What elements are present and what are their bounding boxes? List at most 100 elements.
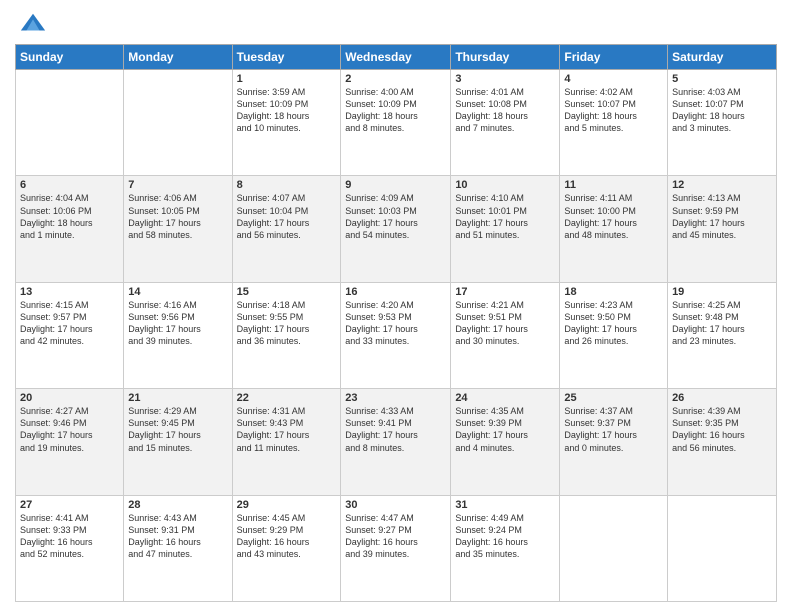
day-number: 22 <box>237 392 337 404</box>
day-info: Sunrise: 4:27 AM Sunset: 9:46 PM Dayligh… <box>20 405 119 454</box>
calendar-cell: 22Sunrise: 4:31 AM Sunset: 9:43 PM Dayli… <box>232 389 341 495</box>
day-info: Sunrise: 4:45 AM Sunset: 9:29 PM Dayligh… <box>237 512 337 561</box>
day-number: 8 <box>237 179 337 191</box>
day-info: Sunrise: 4:43 AM Sunset: 9:31 PM Dayligh… <box>128 512 227 561</box>
calendar-cell: 19Sunrise: 4:25 AM Sunset: 9:48 PM Dayli… <box>668 282 777 388</box>
day-info: Sunrise: 3:59 AM Sunset: 10:09 PM Daylig… <box>237 86 337 135</box>
calendar-cell: 13Sunrise: 4:15 AM Sunset: 9:57 PM Dayli… <box>16 282 124 388</box>
calendar-cell: 23Sunrise: 4:33 AM Sunset: 9:41 PM Dayli… <box>341 389 451 495</box>
day-info: Sunrise: 4:29 AM Sunset: 9:45 PM Dayligh… <box>128 405 227 454</box>
day-info: Sunrise: 4:23 AM Sunset: 9:50 PM Dayligh… <box>564 299 663 348</box>
day-info: Sunrise: 4:20 AM Sunset: 9:53 PM Dayligh… <box>345 299 446 348</box>
day-info: Sunrise: 4:35 AM Sunset: 9:39 PM Dayligh… <box>455 405 555 454</box>
calendar-cell: 12Sunrise: 4:13 AM Sunset: 9:59 PM Dayli… <box>668 176 777 282</box>
calendar-cell: 2Sunrise: 4:00 AM Sunset: 10:09 PM Dayli… <box>341 70 451 176</box>
day-info: Sunrise: 4:02 AM Sunset: 10:07 PM Daylig… <box>564 86 663 135</box>
day-number: 26 <box>672 392 772 404</box>
calendar-week-1: 1Sunrise: 3:59 AM Sunset: 10:09 PM Dayli… <box>16 70 777 176</box>
day-info: Sunrise: 4:06 AM Sunset: 10:05 PM Daylig… <box>128 192 227 241</box>
day-info: Sunrise: 4:09 AM Sunset: 10:03 PM Daylig… <box>345 192 446 241</box>
calendar-cell: 27Sunrise: 4:41 AM Sunset: 9:33 PM Dayli… <box>16 495 124 601</box>
day-info: Sunrise: 4:03 AM Sunset: 10:07 PM Daylig… <box>672 86 772 135</box>
day-number: 27 <box>20 499 119 511</box>
day-info: Sunrise: 4:21 AM Sunset: 9:51 PM Dayligh… <box>455 299 555 348</box>
day-number: 14 <box>128 286 227 298</box>
calendar-week-4: 20Sunrise: 4:27 AM Sunset: 9:46 PM Dayli… <box>16 389 777 495</box>
calendar-cell: 17Sunrise: 4:21 AM Sunset: 9:51 PM Dayli… <box>451 282 560 388</box>
calendar-cell: 25Sunrise: 4:37 AM Sunset: 9:37 PM Dayli… <box>560 389 668 495</box>
day-number: 11 <box>564 179 663 191</box>
calendar-week-3: 13Sunrise: 4:15 AM Sunset: 9:57 PM Dayli… <box>16 282 777 388</box>
calendar-cell: 28Sunrise: 4:43 AM Sunset: 9:31 PM Dayli… <box>124 495 232 601</box>
calendar-cell: 16Sunrise: 4:20 AM Sunset: 9:53 PM Dayli… <box>341 282 451 388</box>
calendar-cell: 31Sunrise: 4:49 AM Sunset: 9:24 PM Dayli… <box>451 495 560 601</box>
day-number: 12 <box>672 179 772 191</box>
logo <box>15 10 47 38</box>
day-info: Sunrise: 4:41 AM Sunset: 9:33 PM Dayligh… <box>20 512 119 561</box>
day-number: 2 <box>345 73 446 85</box>
calendar-header-monday: Monday <box>124 45 232 70</box>
day-info: Sunrise: 4:04 AM Sunset: 10:06 PM Daylig… <box>20 192 119 241</box>
calendar-header-saturday: Saturday <box>668 45 777 70</box>
day-info: Sunrise: 4:49 AM Sunset: 9:24 PM Dayligh… <box>455 512 555 561</box>
calendar-cell: 14Sunrise: 4:16 AM Sunset: 9:56 PM Dayli… <box>124 282 232 388</box>
calendar-cell: 5Sunrise: 4:03 AM Sunset: 10:07 PM Dayli… <box>668 70 777 176</box>
day-number: 31 <box>455 499 555 511</box>
day-info: Sunrise: 4:31 AM Sunset: 9:43 PM Dayligh… <box>237 405 337 454</box>
calendar-cell <box>124 70 232 176</box>
logo-icon <box>19 10 47 38</box>
day-info: Sunrise: 4:47 AM Sunset: 9:27 PM Dayligh… <box>345 512 446 561</box>
day-number: 10 <box>455 179 555 191</box>
day-number: 5 <box>672 73 772 85</box>
day-info: Sunrise: 4:39 AM Sunset: 9:35 PM Dayligh… <box>672 405 772 454</box>
day-number: 4 <box>564 73 663 85</box>
day-info: Sunrise: 4:18 AM Sunset: 9:55 PM Dayligh… <box>237 299 337 348</box>
calendar-cell: 18Sunrise: 4:23 AM Sunset: 9:50 PM Dayli… <box>560 282 668 388</box>
day-number: 1 <box>237 73 337 85</box>
calendar-week-2: 6Sunrise: 4:04 AM Sunset: 10:06 PM Dayli… <box>16 176 777 282</box>
day-info: Sunrise: 4:25 AM Sunset: 9:48 PM Dayligh… <box>672 299 772 348</box>
day-info: Sunrise: 4:16 AM Sunset: 9:56 PM Dayligh… <box>128 299 227 348</box>
calendar-cell: 8Sunrise: 4:07 AM Sunset: 10:04 PM Dayli… <box>232 176 341 282</box>
calendar-header-tuesday: Tuesday <box>232 45 341 70</box>
calendar-cell <box>16 70 124 176</box>
day-info: Sunrise: 4:33 AM Sunset: 9:41 PM Dayligh… <box>345 405 446 454</box>
calendar-cell: 6Sunrise: 4:04 AM Sunset: 10:06 PM Dayli… <box>16 176 124 282</box>
calendar-cell: 15Sunrise: 4:18 AM Sunset: 9:55 PM Dayli… <box>232 282 341 388</box>
calendar-cell <box>668 495 777 601</box>
calendar-cell: 21Sunrise: 4:29 AM Sunset: 9:45 PM Dayli… <box>124 389 232 495</box>
day-info: Sunrise: 4:00 AM Sunset: 10:09 PM Daylig… <box>345 86 446 135</box>
calendar-header-row: SundayMondayTuesdayWednesdayThursdayFrid… <box>16 45 777 70</box>
calendar-header-sunday: Sunday <box>16 45 124 70</box>
day-number: 24 <box>455 392 555 404</box>
calendar-cell: 11Sunrise: 4:11 AM Sunset: 10:00 PM Dayl… <box>560 176 668 282</box>
calendar-cell: 1Sunrise: 3:59 AM Sunset: 10:09 PM Dayli… <box>232 70 341 176</box>
day-info: Sunrise: 4:10 AM Sunset: 10:01 PM Daylig… <box>455 192 555 241</box>
calendar-cell: 24Sunrise: 4:35 AM Sunset: 9:39 PM Dayli… <box>451 389 560 495</box>
day-number: 15 <box>237 286 337 298</box>
day-number: 29 <box>237 499 337 511</box>
calendar-cell: 20Sunrise: 4:27 AM Sunset: 9:46 PM Dayli… <box>16 389 124 495</box>
day-number: 9 <box>345 179 446 191</box>
calendar-cell: 30Sunrise: 4:47 AM Sunset: 9:27 PM Dayli… <box>341 495 451 601</box>
day-number: 3 <box>455 73 555 85</box>
day-number: 23 <box>345 392 446 404</box>
calendar-header-wednesday: Wednesday <box>341 45 451 70</box>
day-number: 7 <box>128 179 227 191</box>
day-info: Sunrise: 4:15 AM Sunset: 9:57 PM Dayligh… <box>20 299 119 348</box>
day-number: 13 <box>20 286 119 298</box>
calendar-header-thursday: Thursday <box>451 45 560 70</box>
day-number: 25 <box>564 392 663 404</box>
day-number: 19 <box>672 286 772 298</box>
day-number: 6 <box>20 179 119 191</box>
day-number: 16 <box>345 286 446 298</box>
calendar-table: SundayMondayTuesdayWednesdayThursdayFrid… <box>15 44 777 602</box>
day-info: Sunrise: 4:11 AM Sunset: 10:00 PM Daylig… <box>564 192 663 241</box>
calendar-cell: 4Sunrise: 4:02 AM Sunset: 10:07 PM Dayli… <box>560 70 668 176</box>
day-info: Sunrise: 4:13 AM Sunset: 9:59 PM Dayligh… <box>672 192 772 241</box>
day-number: 21 <box>128 392 227 404</box>
calendar-header-friday: Friday <box>560 45 668 70</box>
header <box>15 10 777 38</box>
day-info: Sunrise: 4:01 AM Sunset: 10:08 PM Daylig… <box>455 86 555 135</box>
calendar-cell: 26Sunrise: 4:39 AM Sunset: 9:35 PM Dayli… <box>668 389 777 495</box>
